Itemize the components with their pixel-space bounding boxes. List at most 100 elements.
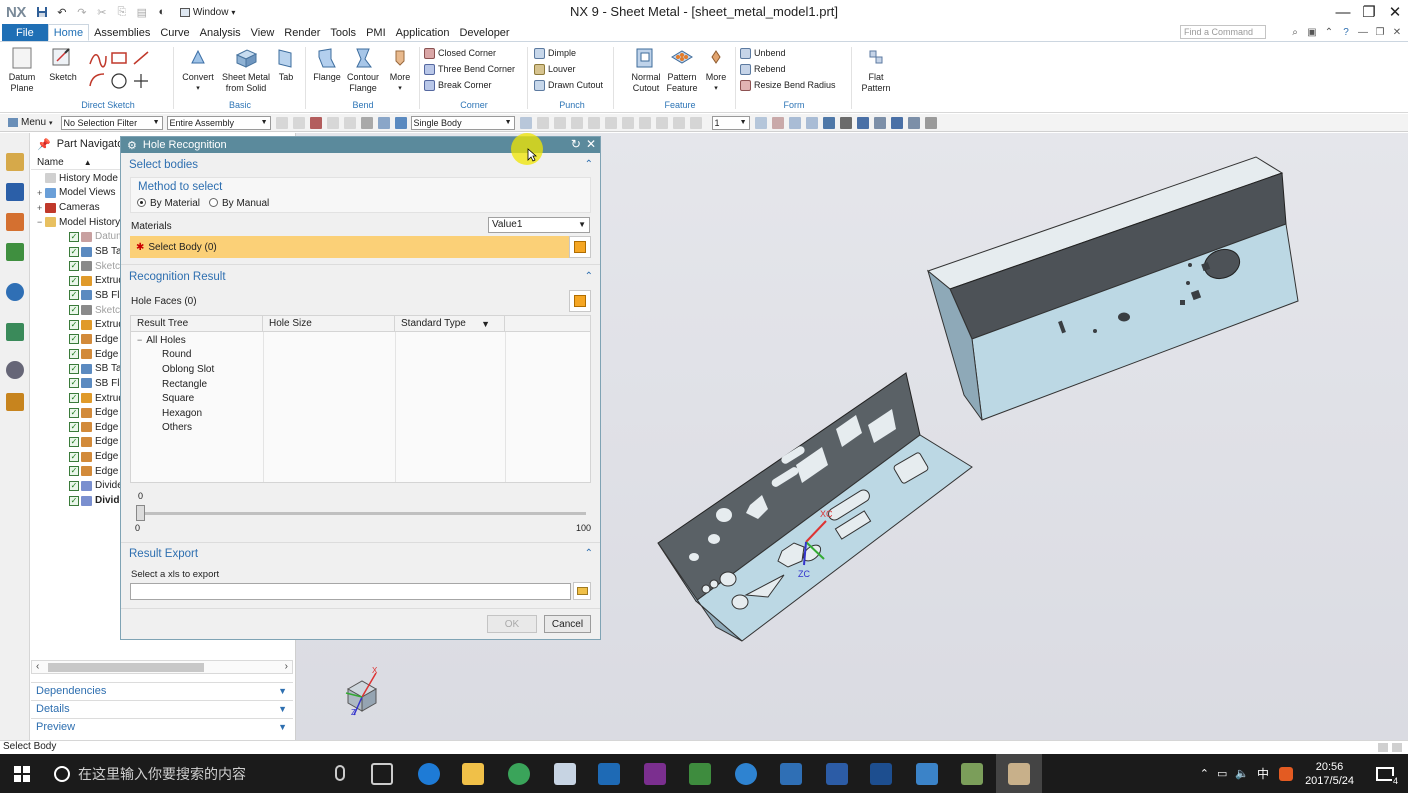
ime-indicator[interactable]: 中 <box>1257 765 1269 782</box>
toolbar-options-icon[interactable] <box>924 116 937 129</box>
checkbox-icon[interactable]: ✓ <box>69 436 79 447</box>
details-panel[interactable]: Details ▼ <box>31 700 293 717</box>
checkbox-icon[interactable]: ✓ <box>69 231 79 242</box>
sheet-metal-part-upper[interactable] <box>926 156 1299 421</box>
sketch-curve-tools-icon[interactable] <box>88 50 168 90</box>
sort-up-icon[interactable]: ▲ <box>84 158 92 167</box>
select-curves-icon[interactable] <box>343 116 356 129</box>
constraint-navigator-tab-icon[interactable] <box>6 213 24 231</box>
tab-application[interactable]: Application <box>391 24 455 41</box>
checkbox-icon[interactable]: ✓ <box>69 407 79 418</box>
body-rule-dropdown[interactable]: Single Body <box>410 115 515 130</box>
hd3d-tools-tab-icon[interactable] <box>6 283 24 301</box>
sketch-button[interactable]: Sketch <box>48 47 78 83</box>
save-icon[interactable] <box>34 4 50 20</box>
tab-file[interactable]: File <box>2 24 48 41</box>
tab-home[interactable]: Home <box>47 24 90 41</box>
chevron-up-icon[interactable]: ⌃ <box>585 271 593 282</box>
web-browser-tab-icon[interactable] <box>6 323 24 341</box>
checkbox-icon[interactable]: ✓ <box>69 466 79 477</box>
slider-thumb[interactable] <box>136 505 145 521</box>
collapse-ribbon-icon[interactable]: ⌃ <box>1322 25 1336 39</box>
scroll-left-icon[interactable]: ‹ <box>36 661 39 672</box>
checkbox-icon[interactable]: ✓ <box>69 363 79 374</box>
snap-mid-icon[interactable] <box>553 116 566 129</box>
snap-bounded-icon[interactable] <box>689 116 702 129</box>
cancel-button[interactable]: Cancel <box>544 615 591 633</box>
scroll-right-icon[interactable]: › <box>285 661 288 672</box>
paste-icon[interactable]: ▤ <box>134 4 150 20</box>
selection-filter-dropdown[interactable]: No Selection Filter <box>60 115 163 130</box>
expand-icon[interactable]: − <box>37 217 45 227</box>
tree-row-others[interactable]: Others <box>131 421 590 436</box>
orient-view-icon[interactable] <box>822 116 835 129</box>
app-icon-5[interactable] <box>961 763 983 785</box>
snap-quadrant-icon[interactable] <box>621 116 634 129</box>
volume-icon[interactable]: 🔈 <box>1235 767 1249 780</box>
show-hide-icon[interactable] <box>873 116 886 129</box>
select-bodies-section[interactable]: Select bodies <box>129 159 198 171</box>
sogou-input-icon[interactable] <box>1279 766 1294 781</box>
edge-browser-icon[interactable] <box>418 763 440 785</box>
snap-control-icon[interactable] <box>570 116 583 129</box>
start-button[interactable] <box>0 754 44 793</box>
checkbox-icon[interactable]: ✓ <box>69 290 79 301</box>
tab-button[interactable]: Tab <box>274 47 298 83</box>
slider-track[interactable] <box>138 512 586 515</box>
standard-type-column-header[interactable]: Standard Type ▼ <box>395 316 505 331</box>
name-column-header[interactable]: Name <box>37 157 64 168</box>
expand-icon[interactable]: + <box>37 203 45 213</box>
internet-explorer-icon[interactable] <box>735 763 757 785</box>
select-body-row[interactable]: ✱ Select Body (0) <box>130 236 591 258</box>
layer-visible-icon[interactable] <box>771 116 784 129</box>
snap-existing-icon[interactable] <box>638 116 651 129</box>
copy-icon[interactable]: ⎘ <box>114 4 130 20</box>
app-icon-1[interactable] <box>554 763 576 785</box>
close-icon[interactable]: ✕ <box>586 137 596 151</box>
tab-view[interactable]: View <box>246 24 280 41</box>
tab-assemblies[interactable]: Assemblies <box>89 24 155 41</box>
result-tree-column-header[interactable]: Result Tree <box>131 316 263 331</box>
checkbox-icon[interactable]: ✓ <box>69 349 79 360</box>
tree-node[interactable]: History Mode <box>37 171 118 186</box>
select-features-icon[interactable] <box>275 116 288 129</box>
clock[interactable]: 20:56 2017/5/24 <box>1305 760 1354 788</box>
word-icon[interactable] <box>826 763 848 785</box>
louver-button[interactable]: Louver <box>534 62 576 76</box>
datum-plane-button[interactable]: Datum Plane <box>6 47 38 94</box>
restore-button[interactable]: ❐ <box>1356 0 1382 24</box>
taskbar-search-box[interactable]: 在这里输入你要搜索的内容 <box>44 754 354 793</box>
pin-icon[interactable]: 📌 <box>37 138 51 151</box>
doc-minimize-button[interactable]: — <box>1356 25 1370 39</box>
drawn-cutout-button[interactable]: Drawn Cutout <box>534 78 603 92</box>
assembly-navigator-tab-icon[interactable] <box>6 183 24 201</box>
lasso-select-icon[interactable] <box>377 116 390 129</box>
tree-row-hexagon[interactable]: Hexagon <box>131 406 590 421</box>
tree-row-round[interactable]: Round <box>131 348 590 363</box>
doc-restore-button[interactable]: ❐ <box>1373 25 1387 39</box>
rectangle-select-icon[interactable] <box>360 116 373 129</box>
task-view-icon[interactable] <box>371 763 393 785</box>
closed-corner-button[interactable]: Closed Corner <box>424 46 496 60</box>
section-view-icon[interactable] <box>890 116 903 129</box>
bend-more-button[interactable]: More ▾ <box>386 47 414 94</box>
ribbon-options-icon[interactable]: ▣ <box>1305 25 1319 39</box>
status-grid-icon[interactable] <box>1378 743 1388 752</box>
contour-flange-button[interactable]: Contour Flange <box>344 47 382 94</box>
app-icon-2[interactable] <box>689 763 711 785</box>
status-full-screen-icon[interactable] <box>1392 743 1402 752</box>
tree-row-square[interactable]: Square <box>131 391 590 406</box>
part-navigator-tab-icon[interactable] <box>6 153 24 171</box>
select-body-cube-button[interactable] <box>569 236 591 258</box>
roles-tab-icon[interactable] <box>6 393 24 411</box>
break-corner-button[interactable]: Break Corner <box>424 78 492 92</box>
snap-on-curve-icon[interactable] <box>655 116 668 129</box>
checkbox-icon[interactable]: ✓ <box>69 275 79 286</box>
convert-button[interactable]: Convert ▾ <box>180 47 216 94</box>
flange-button[interactable]: Flange <box>312 47 342 83</box>
tree-node[interactable]: + Model Views <box>37 186 116 201</box>
reuse-library-tab-icon[interactable] <box>6 243 24 261</box>
close-button[interactable]: ✕ <box>1382 0 1408 24</box>
taskbar-microphone-icon[interactable] <box>335 765 345 781</box>
history-tab-icon[interactable] <box>6 361 24 379</box>
